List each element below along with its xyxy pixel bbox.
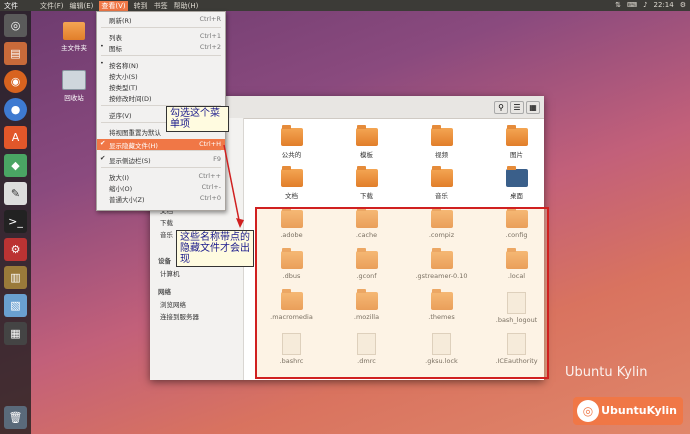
ubuntu-logo-icon: ◎	[577, 400, 599, 422]
ubuntukylin-badge: ◎ UbuntuKylin	[573, 397, 683, 425]
ubuntu-kylin-watermark: Ubuntu Kylin	[565, 365, 648, 380]
arrow-head	[236, 218, 244, 228]
arrow-line	[223, 144, 241, 226]
